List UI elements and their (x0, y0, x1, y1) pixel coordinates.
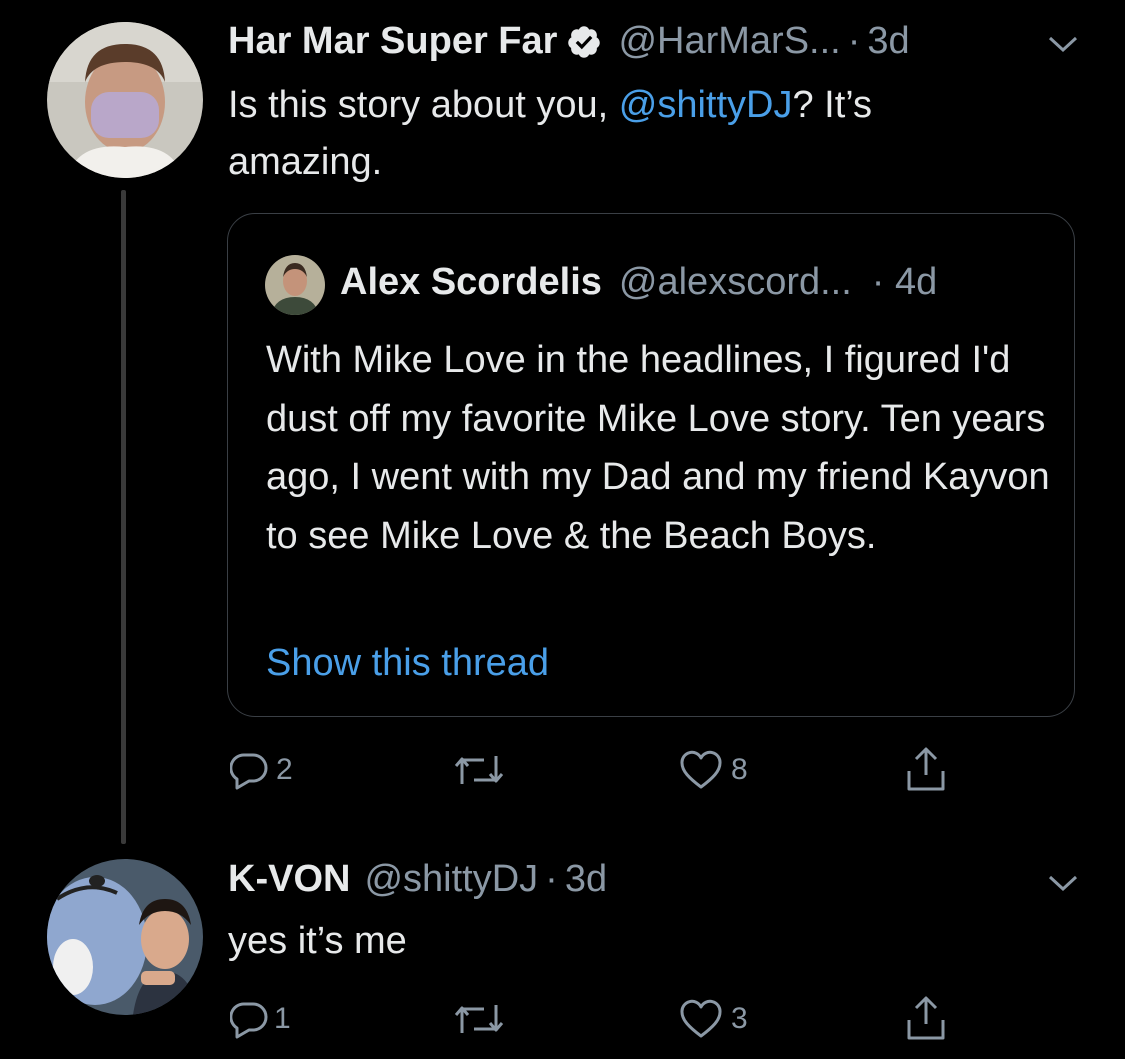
like-count: 3 (731, 1002, 748, 1035)
reply-count: 2 (276, 753, 293, 786)
reply-icon (230, 999, 268, 1039)
reply-button[interactable]: 2 (230, 750, 293, 790)
share-icon (905, 994, 947, 1042)
share-button[interactable] (905, 745, 947, 793)
separator-dot: · (847, 20, 861, 62)
chevron-down-icon[interactable] (1047, 872, 1079, 899)
quoted-display-name[interactable]: Alex Scordelis (340, 261, 602, 304)
reply-icon (230, 750, 268, 790)
user-handle[interactable]: @shittyDJ (364, 858, 538, 901)
retweet-button[interactable] (452, 1001, 506, 1037)
avatar-harmar[interactable] (47, 22, 203, 178)
tweet-text-part: Is this story about you, (228, 84, 619, 126)
quoted-tweet-text: With Mike Love in the headlines, I figur… (266, 339, 1050, 557)
mention-link[interactable]: @shittyDJ (619, 84, 793, 126)
like-button[interactable]: 3 (679, 999, 748, 1039)
show-thread-link[interactable]: Show this thread (266, 642, 549, 685)
reply-count: 1 (274, 1002, 291, 1035)
retweet-icon (452, 752, 506, 788)
separator-dot: · (545, 858, 558, 900)
user-handle[interactable]: @HarMarS... (618, 20, 840, 63)
verified-badge-icon (566, 24, 602, 60)
avatar-alex[interactable] (265, 255, 325, 315)
thread-connector-line (121, 190, 126, 844)
tweet-text: yes it’s me (228, 920, 407, 962)
reply-button[interactable]: 1 (230, 999, 291, 1039)
quoted-user-handle[interactable]: @alexscord... (619, 261, 852, 304)
heart-icon (679, 750, 723, 790)
chevron-down-icon[interactable] (1047, 33, 1079, 60)
avatar-kvon[interactable] (47, 859, 203, 1015)
display-name[interactable]: Har Mar Super Far (228, 20, 557, 63)
tweet-text: Is this story about you, @shittyDJ? It’s… (228, 77, 1028, 191)
retweet-button[interactable] (452, 752, 506, 788)
timestamp[interactable]: 3d (565, 858, 607, 901)
like-count: 8 (731, 753, 748, 786)
like-button[interactable]: 8 (679, 750, 748, 790)
share-button[interactable] (905, 994, 947, 1042)
quoted-timestamp[interactable]: · 4d (872, 261, 937, 304)
heart-icon (679, 999, 723, 1039)
display-name[interactable]: K-VON (228, 858, 350, 901)
quoted-tweet[interactable]: Alex Scordelis @alexscord... · 4d With M… (227, 213, 1075, 717)
share-icon (905, 745, 947, 793)
retweet-icon (452, 1001, 506, 1037)
timestamp[interactable]: 3d (867, 20, 909, 63)
